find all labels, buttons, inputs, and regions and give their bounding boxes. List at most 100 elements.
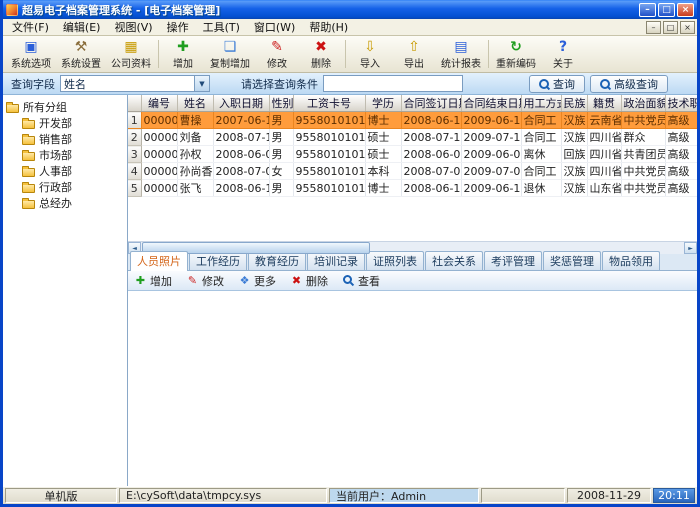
row-selector[interactable]: 1 [128,112,141,129]
button-label: 更多 [254,273,276,289]
row-selector[interactable]: 5 [128,180,141,197]
edit-icon [267,38,287,55]
horizontal-scrollbar[interactable]: ◄ ► [128,241,697,254]
menu-item[interactable]: 工具(T) [196,18,247,36]
toolbar-recode-button[interactable]: 重新编码 [491,37,541,71]
toolbar-edit-button[interactable]: 修改 [255,37,299,71]
button-label: 增加 [150,273,172,289]
scroll-right-icon[interactable]: ► [684,242,697,254]
minimize-button[interactable]: – [639,3,656,17]
row-selector[interactable]: 3 [128,146,141,163]
table-cell: 2009-06-02 [461,146,521,163]
toolbar-report-button[interactable]: 统计报表 [436,37,486,71]
detail-tab[interactable]: 人员照片 [130,251,188,271]
table-cell: 男 [269,129,293,146]
detail-more-button[interactable]: 更多 [238,273,276,289]
mdi-minimize-button[interactable]: – [646,21,661,34]
search-button[interactable]: 查询 [529,75,585,93]
grid-header-cell[interactable]: 政治面貌 [621,95,665,112]
edit-icon [186,274,199,287]
table-cell: 群众 [621,129,665,146]
query-condition-input[interactable] [323,75,463,92]
table-row[interactable]: 4000004孙尚香2008-07-01女955801010111本科2008-… [128,163,697,180]
detail-delete-button[interactable]: 删除 [290,273,328,289]
table-cell: 汉族 [561,129,587,146]
detail-add-button[interactable]: 增加 [134,273,172,289]
menu-item[interactable]: 帮助(H) [302,18,355,36]
table-row[interactable]: 3000003孙权2008-06-02男955801010111硕士2008-0… [128,146,697,163]
toolbar-copy-add-button[interactable]: 复制增加 [205,37,255,71]
tree-item[interactable]: 行政部 [22,179,124,195]
toolbar-settings-button[interactable]: 系统设置 [56,37,106,71]
grid-header-cell[interactable]: 编号 [141,95,177,112]
table-row[interactable]: 2000002刘备2008-07-11男955801010111硕士2008-0… [128,129,697,146]
mdi-close-button[interactable]: × [680,21,695,34]
folder-icon [22,184,35,193]
tree-item[interactable]: 市场部 [22,147,124,163]
tree-item[interactable]: 总经办 [22,195,124,211]
grid-header-cell[interactable]: 籍贯 [587,95,621,112]
grid-header-cell[interactable]: 合同结束日期 [461,95,521,112]
grid-header-cell[interactable]: 用工方式 [521,95,561,112]
options-icon [21,38,41,55]
tree-item[interactable]: 人事部 [22,163,124,179]
menu-item[interactable]: 窗口(W) [247,18,302,36]
row-selector[interactable]: 4 [128,163,141,180]
table-row[interactable]: 1000001曹操2007-06-13男955801010111博士2008-0… [128,112,697,129]
scrollbar-track[interactable] [141,242,684,254]
advanced-search-button[interactable]: 高级查询 [590,75,668,93]
toolbar-add-button[interactable]: 增加 [161,37,205,71]
grid-header-cell[interactable]: 入职日期 [213,95,269,112]
grid-header-cell[interactable]: 姓名 [177,95,213,112]
grid-header-cell[interactable]: 工资卡号 [293,95,365,112]
row-selector[interactable]: 2 [128,129,141,146]
toolbar-about-button[interactable]: 关于 [541,37,585,71]
toolbar-company-button[interactable]: 公司资料 [106,37,156,71]
menu-item[interactable]: 编辑(E) [56,18,108,36]
query-bar: 查询字段 姓名 ▼ 请选择查询条件 查询 高级查询 [3,73,697,95]
menu-items: 文件(F)编辑(E)视图(V)操作工具(T)窗口(W)帮助(H) [5,18,644,36]
folder-icon [22,136,35,145]
grid-header-cell[interactable]: 学历 [365,95,401,112]
toolbar-separator [488,40,489,68]
toolbar-options-button[interactable]: 系统选项 [6,37,56,71]
maximize-button[interactable]: □ [658,3,675,17]
toolbar-delete-button[interactable]: 删除 [299,37,343,71]
table-cell: 孙权 [177,146,213,163]
query-field-label: 查询字段 [11,76,55,92]
close-button[interactable]: × [677,3,694,17]
menu-item[interactable]: 操作 [160,18,196,36]
tree-item[interactable]: 开发部 [22,115,124,131]
menu-item[interactable]: 文件(F) [5,18,56,36]
grid-header-cell[interactable]: 性别 [269,95,293,112]
grid-header-cell[interactable]: 技术职称 [665,95,697,112]
tree-root-item[interactable]: 所有分组 [6,99,124,115]
toolbar-import-button[interactable]: 导入 [348,37,392,71]
query-field-select[interactable]: 姓名 ▼ [60,75,210,92]
import-icon [360,38,380,55]
detail-tabs: 人员照片工作经历教育经历培训记录证照列表社会关系考评管理奖惩管理物品领用 [128,254,697,271]
table-cell: 2008-06-02 [213,146,269,163]
toolbar-export-button[interactable]: 导出 [392,37,436,71]
table-cell: 孙尚香 [177,163,213,180]
table-cell: 博士 [365,112,401,129]
status-date: 2008-11-29 [567,488,651,503]
grid-header-cell[interactable]: 民族 [561,95,587,112]
tree-item[interactable]: 销售部 [22,131,124,147]
menu-item[interactable]: 视图(V) [107,18,159,36]
app-window: 超易电子档案管理系统 - [电子档案管理] – □ × 文件(F)编辑(E)视图… [0,0,700,507]
mdi-restore-button[interactable]: □ [663,21,678,34]
detail-view-button[interactable]: 查看 [342,273,380,289]
toolbar-button-label: 关于 [553,55,573,70]
chevron-down-icon[interactable]: ▼ [194,76,209,91]
toolbar-button-label: 公司资料 [111,55,151,70]
grid-header-cell[interactable]: 合同签订日期 [401,95,461,112]
table-cell: 刘备 [177,129,213,146]
table-row[interactable]: 5000005张飞2008-06-18男955801010116博士2008-0… [128,180,697,197]
table-cell: 2008-06-02 [401,146,461,163]
detail-toolbar: 增加修改 更多删除查看 [128,271,697,291]
table-cell: 合同工 [521,129,561,146]
table-cell: 2008-07-11 [401,129,461,146]
detail-edit-button[interactable]: 修改 [186,273,224,289]
tree-item-label: 开发部 [39,115,72,131]
